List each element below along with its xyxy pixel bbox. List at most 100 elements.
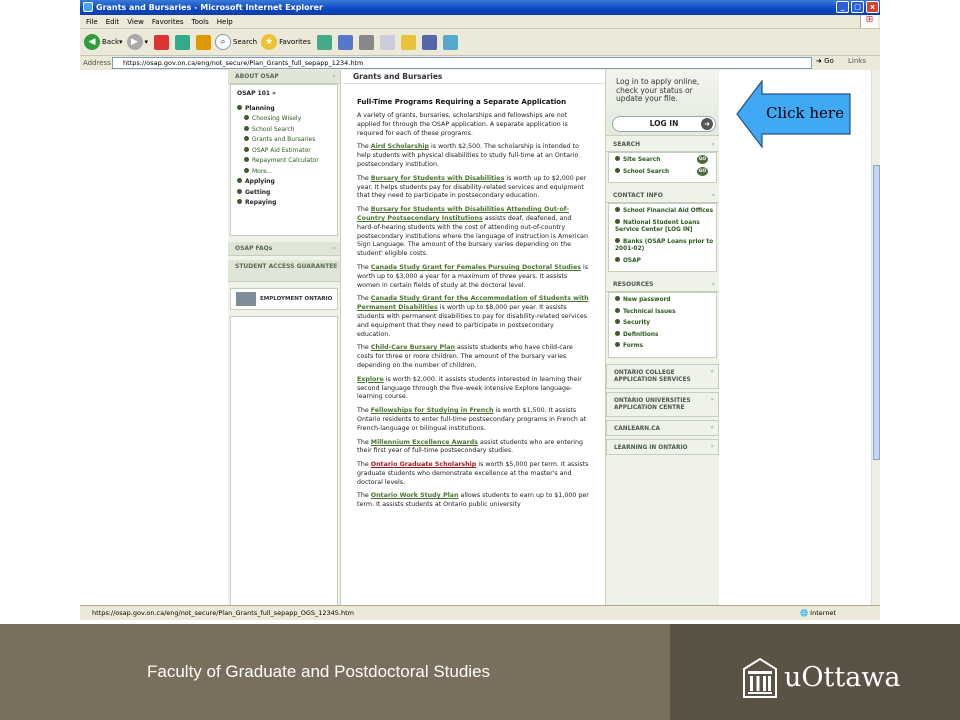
go-icon[interactable]: GO xyxy=(697,166,708,176)
site-search-link[interactable]: Site Search GO xyxy=(609,155,716,165)
nav-more[interactable]: More... xyxy=(231,167,337,178)
link-learning-ontario[interactable]: LEARNING IN ONTARIO» xyxy=(606,438,719,455)
program-link[interactable]: Fellowships for Studying in French xyxy=(371,407,494,414)
resource-new-password[interactable]: New password xyxy=(609,296,716,305)
osap-faqs-link[interactable]: OSAP FAQs» xyxy=(228,242,340,256)
go-icon[interactable]: GO xyxy=(697,155,708,164)
bullet-icon xyxy=(615,167,620,173)
program-link[interactable]: Child-Care Bursary Plan xyxy=(371,344,455,351)
menu-file[interactable]: File xyxy=(86,18,98,26)
contact-nslsc[interactable]: National Student Loans Service Center [L… xyxy=(609,218,716,235)
address-bar: Address https://osap.gov.on.ca/eng/not_s… xyxy=(80,56,880,70)
osap101-title: OSAP 101 » xyxy=(237,90,277,97)
toolbar: ◀ Back ▾ ▶ ▾ ⌕ Search ★ Favorites xyxy=(80,29,880,56)
bullet-icon xyxy=(237,199,242,204)
program-link[interactable]: Millennium Excellence Awards xyxy=(371,439,478,446)
double-chevron-icon: » xyxy=(710,368,714,375)
window-title: Grants and Bursaries - Microsoft Interne… xyxy=(96,3,323,12)
bullet-icon xyxy=(244,115,249,120)
resources-box: New password Technical issues Security D… xyxy=(608,292,717,358)
research-icon[interactable] xyxy=(421,34,437,50)
nav-grants-bursaries[interactable]: Grants and Bursaries xyxy=(231,135,337,146)
program-paragraph: The Fellowships for Studying in French i… xyxy=(357,407,589,433)
forward-button[interactable]: ▶ ▾ xyxy=(126,34,148,50)
menu-help[interactable]: Help xyxy=(217,18,233,26)
go-button[interactable]: ➜ Go xyxy=(816,57,834,65)
edit-icon[interactable] xyxy=(379,34,395,50)
nav-getting[interactable]: Getting xyxy=(231,188,337,199)
contact-osap[interactable]: OSAP xyxy=(609,256,716,266)
osap101-menu: OSAP 101 » Planning Choosing Wisely Scho… xyxy=(230,84,338,236)
resource-security[interactable]: Security xyxy=(609,319,716,328)
nav-applying[interactable]: Applying xyxy=(231,177,337,188)
contact-box: School Financial Aid Offices National St… xyxy=(608,203,717,272)
link-ontario-college[interactable]: ONTARIO COLLEGE APPLICATION SERVICES» xyxy=(606,363,719,389)
resource-technical-issues[interactable]: Technical issues xyxy=(609,307,716,317)
maximize-button[interactable]: □ xyxy=(851,1,864,13)
home-icon[interactable] xyxy=(196,34,212,50)
search-button[interactable]: ⌕ Search xyxy=(215,34,257,50)
link-canlearn[interactable]: CANLEARN.CA» xyxy=(606,419,719,436)
contact-banks[interactable]: Banks (OSAP Loans prior to 2001-02) xyxy=(609,237,716,254)
link-ontario-universities[interactable]: ONTARIO UNIVERSITIES APPLICATION CENTRE» xyxy=(606,391,719,417)
nav-aid-estimator[interactable]: OSAP Aid Estimator xyxy=(231,146,337,157)
program-pre-text: The xyxy=(357,492,371,500)
close-button[interactable]: x xyxy=(866,1,879,13)
status-zone: 🌐 Internet xyxy=(800,609,836,617)
double-chevron-icon: » xyxy=(332,245,336,252)
program-link[interactable]: Bursary for Students with Disabilities xyxy=(371,175,505,182)
bullet-icon xyxy=(615,342,620,347)
menu-edit[interactable]: Edit xyxy=(106,18,120,26)
address-label: Address xyxy=(83,59,111,67)
program-pre-text: The xyxy=(357,206,371,214)
vertical-scrollbar[interactable] xyxy=(871,70,880,605)
about-osap-header[interactable]: ABOUT OSAP» xyxy=(228,70,340,84)
messenger-icon[interactable] xyxy=(442,34,458,50)
login-button[interactable]: LOG IN ➜ xyxy=(612,116,716,132)
callout-text: Click here xyxy=(766,104,844,122)
double-chevron-icon: » xyxy=(332,263,336,270)
school-search-link[interactable]: School Search GO xyxy=(609,166,716,177)
stop-icon[interactable] xyxy=(154,34,170,50)
section-heading: Full-Time Programs Requiring a Separate … xyxy=(357,98,567,106)
menu-tools[interactable]: Tools xyxy=(192,18,209,26)
program-link[interactable]: Canada Study Grant for Females Pursuing … xyxy=(371,264,581,271)
search-header: SEARCH» xyxy=(606,138,719,152)
contact-header: CONTACT INFO» xyxy=(606,189,719,203)
arrow-right-icon: ➜ xyxy=(701,118,713,130)
back-button[interactable]: ◀ Back ▾ xyxy=(84,34,123,50)
resource-forms[interactable]: Forms xyxy=(609,342,716,351)
employment-ontario-link[interactable]: EMPLOYMENT ONTARIO xyxy=(230,288,338,310)
print-icon[interactable] xyxy=(358,34,374,50)
resources-header: RESOURCES» xyxy=(606,278,719,292)
menu-bar: File Edit View Favorites Tools Help xyxy=(80,15,880,29)
menu-favorites[interactable]: Favorites xyxy=(152,18,184,26)
folder-icon[interactable] xyxy=(400,34,416,50)
address-input[interactable]: https://osap.gov.on.ca/eng/not_secure/Pl… xyxy=(112,57,812,69)
bullet-icon xyxy=(237,178,242,183)
nav-planning[interactable]: Planning xyxy=(231,104,337,115)
program-link[interactable]: Explore xyxy=(357,376,384,383)
links-button[interactable]: Links xyxy=(848,57,866,65)
contact-financial-aid[interactable]: School Financial Aid Offices xyxy=(609,207,716,216)
nav-repaying[interactable]: Repaying xyxy=(231,198,337,209)
nav-repayment-calculator[interactable]: Repayment Calculator xyxy=(231,156,337,167)
history-icon[interactable] xyxy=(316,34,332,50)
program-pre-text: The xyxy=(357,438,371,446)
left-nav: ABOUT OSAP» OSAP 101 » Planning Choosing… xyxy=(228,70,341,605)
program-paragraph: The Bursary for Students with Disabiliti… xyxy=(357,206,589,259)
program-link[interactable]: Ontario Work Study Plan xyxy=(371,492,459,499)
student-access-link[interactable]: STUDENT ACCESS GUARANTEE» xyxy=(228,260,340,282)
menu-view[interactable]: View xyxy=(127,18,144,26)
program-link[interactable]: Aird Scholarship xyxy=(371,143,429,150)
scroll-thumb[interactable] xyxy=(873,165,880,460)
program-link[interactable]: Ontario Graduate Scholarship xyxy=(371,461,477,468)
nav-school-search[interactable]: School Search xyxy=(231,125,337,136)
minimize-button[interactable]: _ xyxy=(836,1,849,13)
favorites-button[interactable]: ★ Favorites xyxy=(261,34,311,50)
nav-choosing-wisely[interactable]: Choosing Wisely xyxy=(231,114,337,125)
mail-icon[interactable] xyxy=(337,34,353,50)
refresh-icon[interactable] xyxy=(175,34,191,50)
login-box: Log in to apply online, check your statu… xyxy=(606,70,719,136)
resource-definitions[interactable]: Definitions xyxy=(609,330,716,340)
